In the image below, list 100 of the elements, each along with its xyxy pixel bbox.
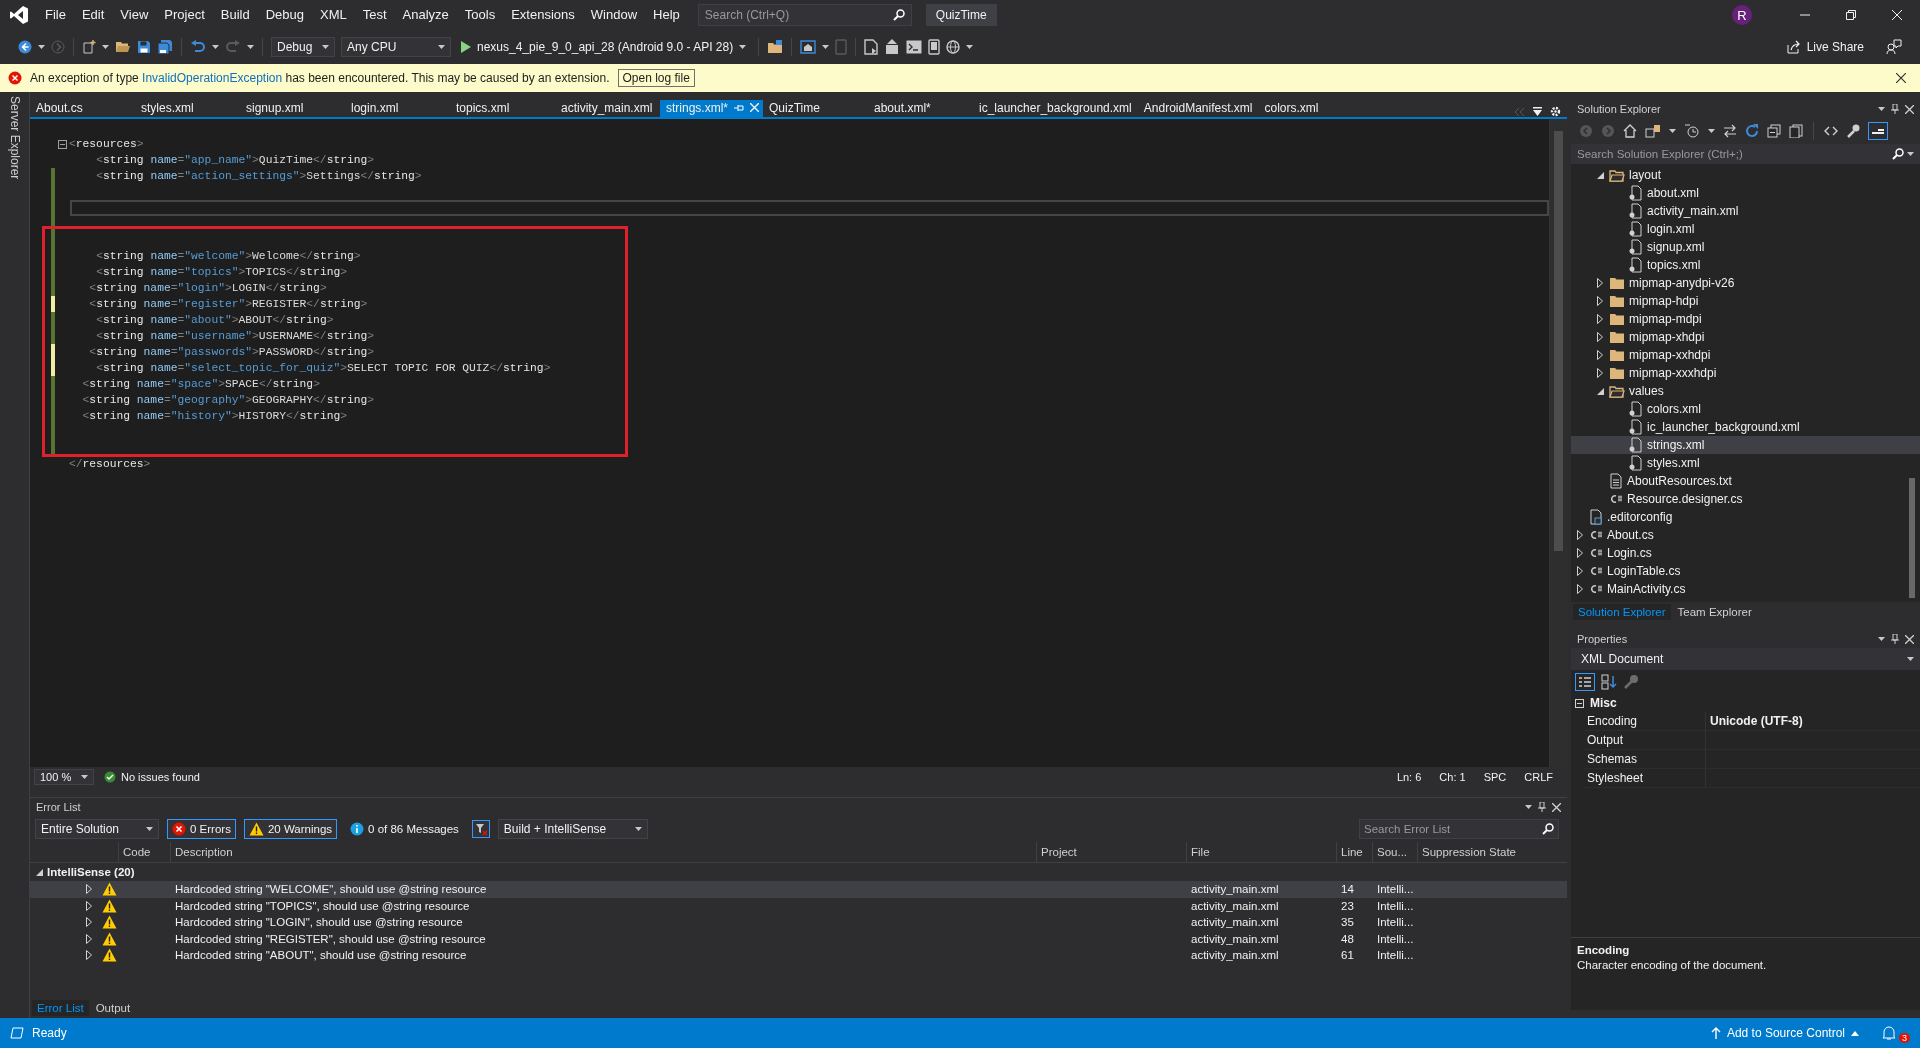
filter-toggle[interactable]: 0 Errors (167, 819, 236, 839)
tab-list-icon[interactable] (1533, 107, 1542, 116)
search-icon[interactable] (1542, 823, 1554, 835)
error-row[interactable]: Hardcoded string "LOGIN", should use @string resource activity_main.xml 35 Intelli... (30, 914, 1567, 931)
document-tab[interactable]: about.xml* (868, 100, 973, 117)
expand-arrow-icon[interactable] (86, 950, 92, 961)
configuration-dropdown[interactable]: Debug (271, 37, 335, 57)
error-row[interactable]: Hardcoded string "REGISTER", should use @string resource activity_main.xml 48 Intelli... (30, 930, 1567, 947)
column-header[interactable]: File (1186, 842, 1336, 862)
open-folder-icon[interactable] (115, 40, 131, 54)
tree-item[interactable]: login.xml (1571, 220, 1920, 238)
category-header[interactable]: Misc (1571, 694, 1920, 712)
tree-item[interactable]: layout (1571, 166, 1920, 184)
sort-icon[interactable] (1601, 674, 1617, 690)
panel-tab[interactable]: Solution Explorer (1573, 604, 1671, 620)
save-icon[interactable] (137, 40, 151, 54)
refresh-icon[interactable] (1745, 124, 1759, 138)
column-header[interactable]: Description (170, 842, 1036, 862)
tree-item[interactable]: About.cs (1571, 526, 1920, 544)
fold-toggle-icon[interactable] (57, 139, 67, 149)
search-icon[interactable] (892, 9, 905, 21)
source-dropdown[interactable]: Build + IntelliSense (497, 819, 648, 839)
notifications-button[interactable] (1881, 1025, 1897, 1041)
tree-item[interactable]: mipmap-hdpi (1571, 292, 1920, 310)
menu-item[interactable]: Edit (73, 0, 113, 30)
menu-item[interactable]: Analyze (394, 0, 457, 30)
package-icon[interactable] (884, 39, 901, 55)
menu-item[interactable]: Debug (257, 0, 312, 30)
tree-item[interactable]: ic_launcher_background.xml (1571, 418, 1920, 436)
error-row[interactable]: Hardcoded string "WELCOME", should use @string resource activity_main.xml 14 Intelli... (30, 881, 1567, 898)
undo-icon[interactable] (190, 40, 206, 54)
document-tab[interactable]: ic_launcher_background.xml (973, 100, 1138, 117)
wrench-icon[interactable] (1846, 124, 1860, 138)
document-icon[interactable] (864, 39, 879, 55)
column-header[interactable]: Suppression State (1417, 842, 1567, 862)
search-field[interactable]: Search (Ctrl+Q) (697, 4, 912, 26)
panel-tab[interactable]: Output (90, 1000, 136, 1016)
tree-item[interactable]: mipmap-xxhdpi (1571, 346, 1920, 364)
tree-item[interactable]: styles.xml (1571, 454, 1920, 472)
expand-arrow-icon[interactable] (86, 933, 92, 944)
document-tab[interactable]: topics.xml (450, 100, 555, 117)
expand-arrow-icon[interactable] (86, 884, 92, 895)
tree-item[interactable]: values (1571, 382, 1920, 400)
tree-item[interactable]: MainActivity.cs (1571, 580, 1920, 598)
settings-icon[interactable] (1550, 106, 1561, 117)
filter-toggle[interactable]: 0 of 86 Messages (345, 819, 464, 839)
menu-item[interactable]: View (112, 0, 157, 30)
scope-dropdown[interactable]: Entire Solution (35, 819, 159, 839)
filter-toggle[interactable]: 20 Warnings (243, 819, 338, 839)
tree-item[interactable]: topics.xml (1571, 256, 1920, 274)
close-icon[interactable] (1896, 73, 1906, 83)
history-icon[interactable] (1684, 123, 1700, 139)
menu-item[interactable]: Test (354, 0, 395, 30)
run-button[interactable]: nexus_4_pie_9_0_api_28 (Android 9.0 - API 28) (457, 40, 751, 54)
platform-dropdown[interactable]: Any CPU (341, 37, 451, 57)
side-tab[interactable]: Server Explorer (7, 96, 22, 180)
source-control-button[interactable]: Add to Source Control (1710, 1026, 1859, 1040)
document-tab[interactable]: colors.xml (1258, 100, 1364, 117)
pin-icon[interactable] (1891, 104, 1899, 114)
key-icon[interactable] (1623, 674, 1639, 690)
column-header[interactable]: Project (1036, 842, 1186, 862)
document-tab[interactable]: AndroidManifest.xml (1137, 100, 1259, 117)
menu-item[interactable]: Build (212, 0, 258, 30)
tree-item[interactable]: mipmap-mdpi (1571, 310, 1920, 328)
pin-icon[interactable] (1538, 802, 1546, 812)
tree-item[interactable]: strings.xml (1571, 436, 1920, 454)
home-icon[interactable] (1623, 124, 1637, 138)
folder-icon[interactable] (767, 40, 784, 54)
tree-item[interactable]: signup.xml (1571, 238, 1920, 256)
expanded-arrow-icon[interactable] (1596, 171, 1604, 179)
group-header[interactable]: IntelliSense (20) (30, 863, 1567, 881)
menu-item[interactable]: File (37, 0, 74, 30)
search-field[interactable]: Search Error List (1359, 819, 1559, 839)
tree-item[interactable]: activity_main.xml (1571, 202, 1920, 220)
error-row[interactable]: Hardcoded string "ABOUT", should use @string resource activity_main.xml 61 Intelli... (30, 947, 1567, 964)
document-tab[interactable]: signup.xml (240, 100, 345, 117)
menu-item[interactable]: Help (645, 0, 688, 30)
tree-item[interactable]: .editorconfig (1571, 508, 1920, 526)
save-all-icon[interactable] (157, 40, 173, 54)
document-tab[interactable]: activity_main.xml (555, 100, 660, 117)
menu-item[interactable]: Tools (456, 0, 504, 30)
filter-icon[interactable] (471, 820, 490, 838)
open-log-button[interactable]: Open log file (617, 69, 695, 87)
exception-link[interactable]: InvalidOperationException (142, 71, 283, 85)
device-icon[interactable] (928, 39, 941, 55)
menu-item[interactable]: Project (156, 0, 213, 30)
categorized-icon[interactable] (1575, 673, 1595, 691)
restore-icon[interactable] (1846, 10, 1856, 20)
tree-item[interactable]: Login.cs (1571, 544, 1920, 562)
error-row[interactable]: Hardcoded string "TOPICS", should use @string resource activity_main.xml 23 Intelli... (30, 897, 1567, 914)
home-icon[interactable] (800, 40, 817, 54)
menu-item[interactable]: Extensions (503, 0, 583, 30)
pin-icon[interactable] (1891, 634, 1899, 644)
back-icon[interactable] (18, 40, 32, 54)
sync-icon[interactable] (1723, 124, 1737, 138)
terminal-icon[interactable] (906, 40, 923, 54)
code-icon[interactable] (1824, 126, 1838, 136)
search-icon[interactable] (1892, 148, 1904, 160)
menu-item[interactable]: XML (312, 0, 355, 30)
pin-icon[interactable] (734, 102, 744, 113)
